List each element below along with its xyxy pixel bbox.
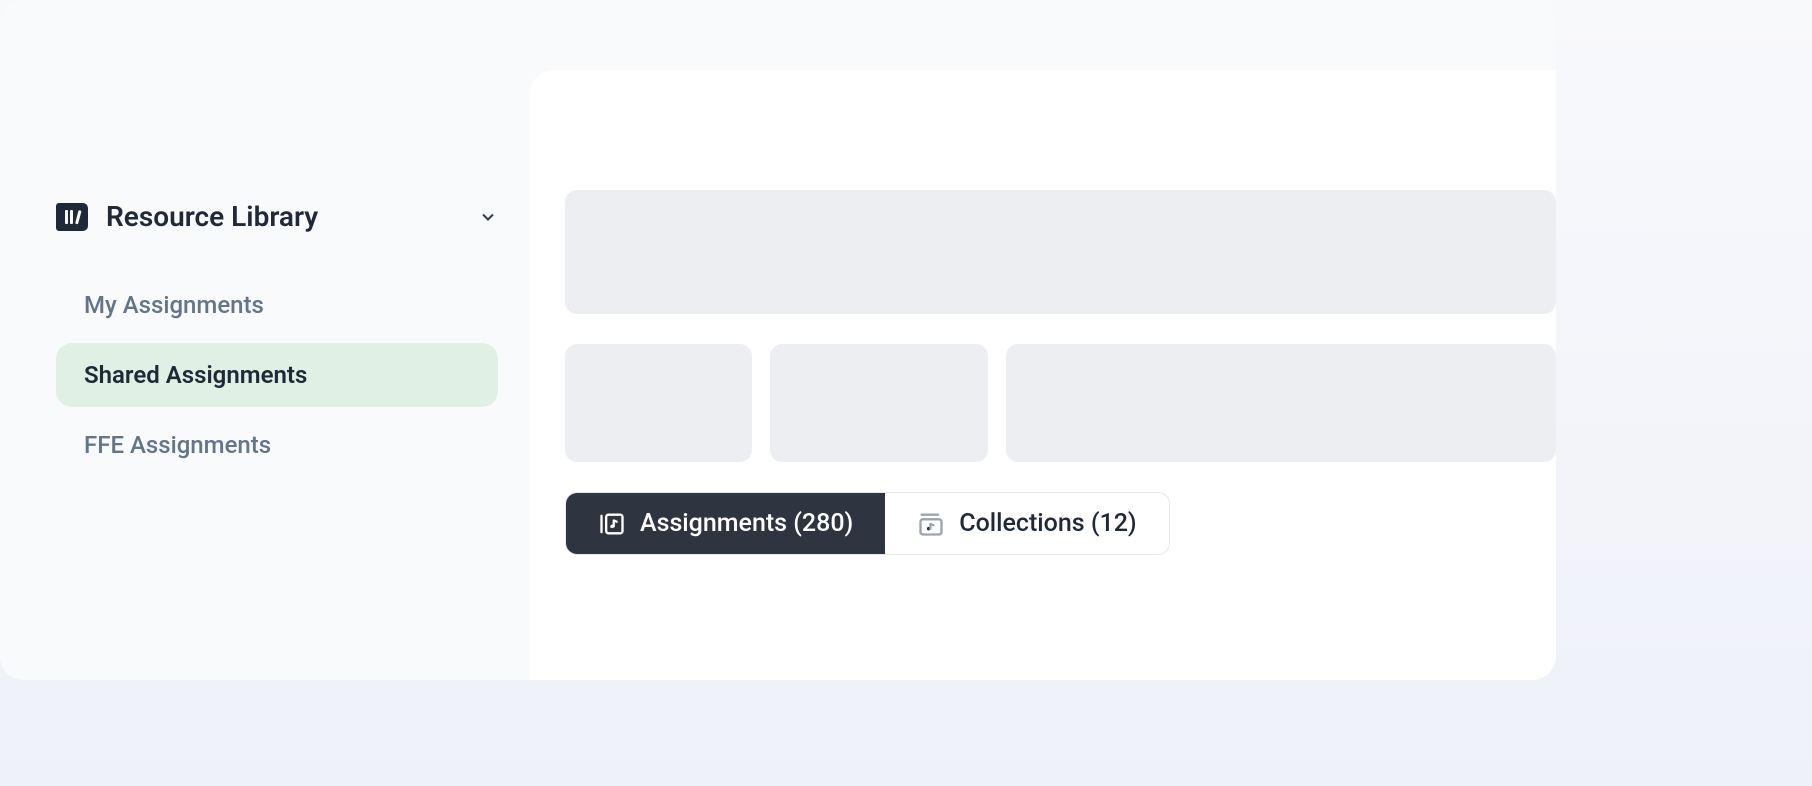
sidebar-items: My Assignments Shared Assignments FFE As…	[56, 273, 498, 477]
sidebar-item-my-assignments[interactable]: My Assignments	[56, 273, 498, 337]
tab-assignments[interactable]: Assignments (280)	[566, 493, 885, 554]
tab-label: Assignments (280)	[640, 509, 853, 538]
skeleton-placeholder	[565, 344, 752, 462]
chevron-down-icon[interactable]	[478, 207, 498, 227]
skeleton-placeholder	[1006, 344, 1556, 462]
sidebar-header[interactable]: Resource Library	[56, 200, 498, 233]
sidebar-item-ffe-assignments[interactable]: FFE Assignments	[56, 413, 498, 477]
main-panel: Assignments (280) Collections (12)	[530, 70, 1556, 680]
tab-collections[interactable]: Collections (12)	[885, 493, 1168, 554]
collections-icon	[917, 510, 945, 538]
skeleton-placeholder	[770, 344, 988, 462]
content-area: Resource Library My Assignments Shared A…	[0, 70, 1556, 680]
sidebar-item-label: My Assignments	[84, 291, 264, 319]
assignments-icon	[598, 510, 626, 538]
tab-group: Assignments (280) Collections (12)	[565, 492, 1170, 555]
app-container: Resource Library My Assignments Shared A…	[0, 0, 1556, 680]
sidebar-item-shared-assignments[interactable]: Shared Assignments	[56, 343, 498, 407]
topbar	[0, 0, 1556, 70]
skeleton-row	[565, 344, 1556, 462]
sidebar-title: Resource Library	[106, 200, 460, 233]
library-icon	[56, 203, 88, 231]
tab-label: Collections (12)	[959, 509, 1136, 538]
skeleton-placeholder	[565, 190, 1556, 314]
sidebar-item-label: FFE Assignments	[84, 431, 271, 459]
sidebar: Resource Library My Assignments Shared A…	[0, 70, 530, 680]
sidebar-item-label: Shared Assignments	[84, 361, 307, 389]
